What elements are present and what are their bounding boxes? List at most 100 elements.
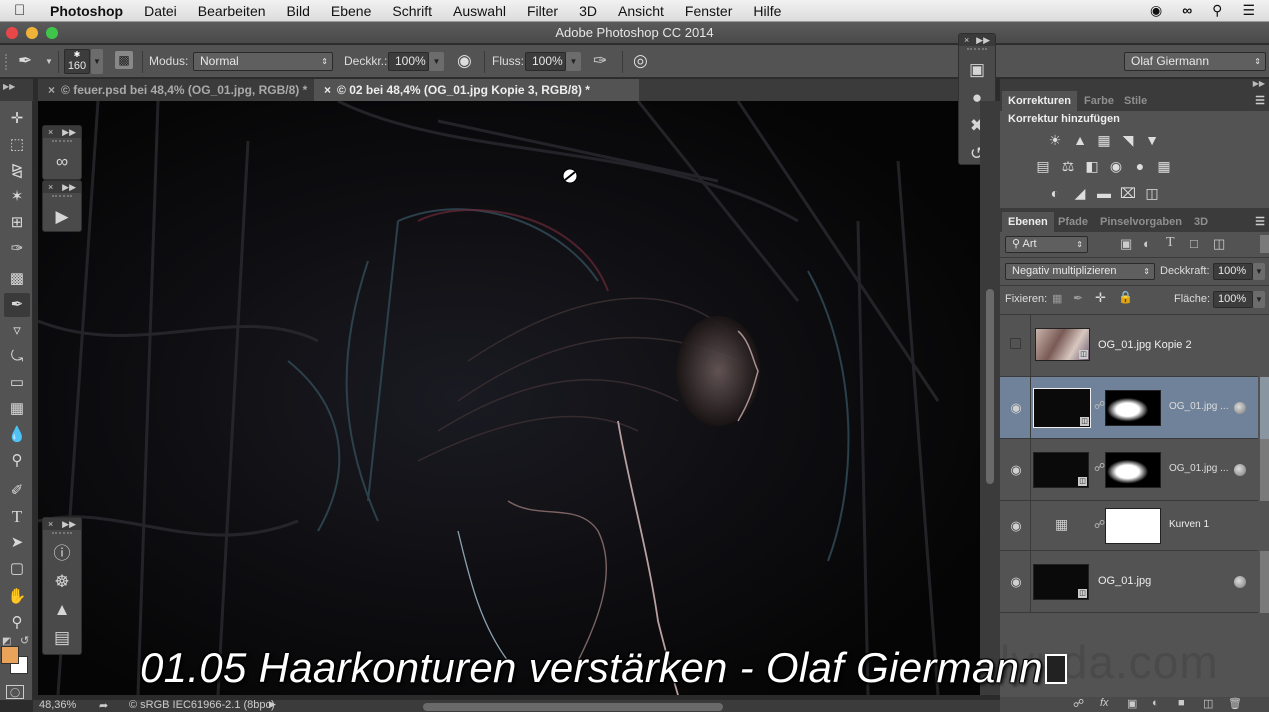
brightness-contrast-icon[interactable]: ☀ xyxy=(1045,131,1065,149)
layer-name[interactable]: OG_01.jpg xyxy=(1098,575,1151,587)
fx-icon[interactable]: fx xyxy=(1100,697,1109,709)
layer-row[interactable]: ◉ ◫ ☍ OG_01.jpg ... xyxy=(1000,439,1258,501)
eraser-tool[interactable]: ▭ xyxy=(4,371,30,395)
curves-icon[interactable]: ▦ xyxy=(1094,131,1114,149)
notes-icon[interactable]: ▤ xyxy=(43,624,81,652)
menu-bearbeiten[interactable]: Bearbeiten xyxy=(198,3,266,19)
gradient-map-icon[interactable]: ◫ xyxy=(1142,184,1162,202)
lock-transparency-icon[interactable]: ▦ xyxy=(1052,292,1062,305)
close-window-button[interactable] xyxy=(6,27,18,39)
link-icon[interactable]: ☍ xyxy=(1094,461,1105,474)
new-group-icon[interactable]: ■ xyxy=(1178,697,1185,709)
navigator-icon[interactable]: ☸ xyxy=(43,568,81,596)
mode-select[interactable]: Normal ⇕ xyxy=(193,52,333,71)
workspace-select[interactable]: Olaf Giermann ⇕ xyxy=(1124,52,1266,71)
close-tab-icon[interactable]: × xyxy=(48,83,55,97)
eye-icon[interactable]: ◉ xyxy=(1008,400,1024,416)
color-lookup-icon[interactable]: ▦ xyxy=(1154,157,1174,175)
link-layers-icon[interactable]: ☍ xyxy=(1073,697,1084,710)
swap-colors-icon[interactable]: ↺ xyxy=(20,634,29,647)
tab-ebenen[interactable]: Ebenen xyxy=(1002,212,1054,232)
tab-pfade[interactable]: Pfade xyxy=(1052,212,1094,232)
panel-grip[interactable] xyxy=(52,140,72,146)
layer-name[interactable]: OG_01.jpg ... xyxy=(1169,463,1228,474)
tab-stile[interactable]: Stile xyxy=(1118,91,1153,111)
quick-mask-icon[interactable]: ◯ xyxy=(6,685,24,699)
blur-tool[interactable]: 💧 xyxy=(4,423,30,447)
marquee-tool[interactable]: ⬚ xyxy=(4,133,30,157)
minimize-window-button[interactable] xyxy=(26,27,38,39)
tab-pinselvorgaben[interactable]: Pinselvorgaben xyxy=(1094,212,1188,232)
horizontal-scroll-thumb[interactable] xyxy=(423,703,723,711)
menu-auswahl[interactable]: Auswahl xyxy=(453,3,506,19)
panel-grip[interactable] xyxy=(52,195,72,201)
menu-datei[interactable]: Datei xyxy=(144,3,177,19)
creative-cloud-icon[interactable]: ∞ xyxy=(1182,2,1192,19)
doc-tab-feuer[interactable]: × © feuer.psd bei 48,4% (OG_01.jpg, RGB/8… xyxy=(38,79,314,101)
histogram-icon[interactable]: ▲ xyxy=(43,596,81,624)
filter-type-icon[interactable]: T xyxy=(1166,235,1175,251)
tab-korrekturen[interactable]: Korrekturen xyxy=(1002,91,1077,111)
options-grip[interactable] xyxy=(5,54,9,70)
panel-grip[interactable] xyxy=(967,48,987,54)
flow-input[interactable]: 100% xyxy=(525,52,566,71)
layer-row[interactable]: ◫ OG_01.jpg Kopie 2 xyxy=(1000,315,1258,377)
menu-app-name[interactable]: Photoshop xyxy=(50,3,123,19)
layer-opacity-dropdown[interactable]: ▼ xyxy=(1253,263,1265,280)
tab-3d[interactable]: 3D xyxy=(1188,212,1214,232)
link-icon[interactable]: ☍ xyxy=(1094,399,1105,412)
layer-opacity-input[interactable]: 100% xyxy=(1213,263,1253,280)
visibility-toggle-off[interactable] xyxy=(1010,338,1021,349)
layer-mask-thumbnail[interactable] xyxy=(1105,390,1161,426)
filter-smart-object-icon[interactable]: ◫ xyxy=(1213,236,1225,252)
menu-schrift[interactable]: Schrift xyxy=(392,3,432,19)
exposure-icon[interactable]: ◥ xyxy=(1118,131,1138,149)
eye-icon[interactable]: ◉ xyxy=(1008,518,1024,534)
menu-3d[interactable]: 3D xyxy=(579,3,597,19)
collapse-icon[interactable]: ▶▶ xyxy=(1253,79,1265,88)
add-mask-icon[interactable]: ▣ xyxy=(1127,697,1137,710)
panel-menu-icon[interactable]: ☰ xyxy=(1255,94,1265,107)
opacity-dropdown[interactable]: ▼ xyxy=(429,52,444,71)
status-menu-arrow[interactable]: ▶ xyxy=(269,699,276,710)
link-icon[interactable]: ☍ xyxy=(1094,518,1105,531)
gradient-tool[interactable]: ▦ xyxy=(4,397,30,421)
move-tool[interactable]: ✛ xyxy=(4,107,30,131)
notification-list-icon[interactable]: ☰ xyxy=(1242,2,1255,19)
close-icon[interactable]: × xyxy=(48,181,53,193)
pressure-opacity-icon[interactable]: ◉ xyxy=(457,51,472,71)
layer-scroll-marker[interactable] xyxy=(1260,551,1269,613)
expand-icon[interactable]: ▶▶ xyxy=(62,181,76,193)
lock-position-icon[interactable]: ✛ xyxy=(1095,290,1106,306)
brush-tool[interactable]: ✒ xyxy=(4,293,30,317)
zoom-tool[interactable]: ⚲ xyxy=(4,611,30,635)
eye-icon[interactable]: ◉ xyxy=(1008,574,1024,590)
filter-toggle[interactable] xyxy=(1260,235,1269,253)
layer-scroll-marker[interactable] xyxy=(1260,439,1269,501)
close-icon[interactable]: × xyxy=(48,126,53,138)
hand-tool[interactable]: ✋ xyxy=(4,585,30,609)
new-layer-icon[interactable]: ◫ xyxy=(1203,697,1213,710)
spotlight-search-icon[interactable]: ⚲ xyxy=(1212,2,1222,19)
layer-name[interactable]: OG_01.jpg ... xyxy=(1169,401,1228,412)
flow-dropdown[interactable]: ▼ xyxy=(566,52,581,71)
eye-icon[interactable]: ◉ xyxy=(1008,462,1024,478)
color-balance-icon[interactable]: ⚖ xyxy=(1058,157,1078,175)
properties-icon[interactable]: ▣ xyxy=(959,56,995,84)
expand-icon[interactable]: ▶▶ xyxy=(976,34,990,46)
history-brush-tool[interactable]: ⤿ xyxy=(4,345,30,369)
brush-size-dropdown[interactable]: ▼ xyxy=(91,49,103,74)
lock-image-icon[interactable]: ✒ xyxy=(1073,291,1083,305)
dodge-tool[interactable]: ⚲ xyxy=(4,449,30,473)
filter-adjustment-icon[interactable]: ◐ xyxy=(1143,236,1151,251)
doc-tab-02[interactable]: × © 02 bei 48,4% (OG_01.jpg Kopie 3, RGB/… xyxy=(314,79,639,101)
expand-icon[interactable]: ▶▶ xyxy=(3,82,15,91)
airbrush-icon[interactable]: ✑ xyxy=(593,51,607,71)
blend-mode-select[interactable]: Negativ multiplizieren ⇕ xyxy=(1005,263,1155,280)
expand-icon[interactable]: ▶▶ xyxy=(62,126,76,138)
black-white-icon[interactable]: ◧ xyxy=(1082,157,1102,175)
filter-pixel-icon[interactable]: ▣ xyxy=(1120,236,1132,252)
apple-icon[interactable]:  xyxy=(14,2,32,19)
close-icon[interactable]: × xyxy=(964,34,969,46)
hue-saturation-icon[interactable]: ▤ xyxy=(1033,157,1053,175)
